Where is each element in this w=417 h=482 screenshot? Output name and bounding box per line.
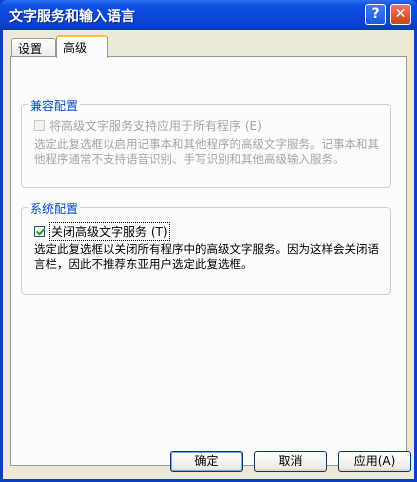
turn-off-advanced-services-checkbox[interactable] bbox=[34, 226, 45, 237]
dialog-window: 文字服务和输入语言 ? ✕ 设置 高级 兼容配置 将高级文字服务支持应用于所有程… bbox=[0, 0, 417, 482]
tab-panel-advanced: 兼容配置 将高级文字服务支持应用于所有程序 (E) 选定此复选框以启用记事本和其… bbox=[10, 56, 407, 466]
title-bar[interactable]: 文字服务和输入语言 ? ✕ bbox=[0, 0, 417, 30]
system-config-label: 系统配置 bbox=[28, 200, 81, 217]
compat-config-label: 兼容配置 bbox=[28, 97, 81, 114]
apply-button[interactable]: 应用(A) bbox=[338, 451, 411, 472]
turn-off-advanced-services-label[interactable]: 关闭高级文字服务 (T) bbox=[49, 222, 170, 241]
system-config-group: 系统配置 关闭高级文字服务 (T) 选定此复选框以关闭所有程序中的高级文字服务。… bbox=[21, 200, 391, 295]
dialog-client-area: 设置 高级 兼容配置 将高级文字服务支持应用于所有程序 (E) 选定此复选框以启… bbox=[3, 30, 414, 479]
close-icon[interactable]: ✕ bbox=[390, 4, 411, 25]
apply-all-programs-option: 将高级文字服务支持应用于所有程序 (E) bbox=[34, 117, 262, 134]
ok-button[interactable]: 确定 bbox=[170, 451, 243, 472]
window-title: 文字服务和输入语言 bbox=[9, 9, 135, 25]
cancel-button[interactable]: 取消 bbox=[254, 451, 327, 472]
turn-off-advanced-services-option[interactable]: 关闭高级文字服务 (T) bbox=[34, 222, 170, 241]
apply-all-programs-label: 将高级文字服务支持应用于所有程序 (E) bbox=[49, 119, 262, 133]
tab-advanced[interactable]: 高级 bbox=[56, 35, 108, 58]
compat-config-group: 兼容配置 将高级文字服务支持应用于所有程序 (E) 选定此复选框以启用记事本和其… bbox=[21, 97, 391, 188]
compat-description: 选定此复选框以启用记事本和其他程序的高级文字服务。记事本和其他程序通常不支持语音… bbox=[34, 137, 379, 166]
help-icon[interactable]: ? bbox=[365, 4, 386, 25]
tab-settings[interactable]: 设置 bbox=[11, 38, 56, 57]
apply-all-programs-checkbox bbox=[34, 120, 45, 131]
system-description: 选定此复选框以关闭所有程序中的高级文字服务。因为这样会关闭语言栏，因此不推荐东亚… bbox=[34, 242, 379, 271]
